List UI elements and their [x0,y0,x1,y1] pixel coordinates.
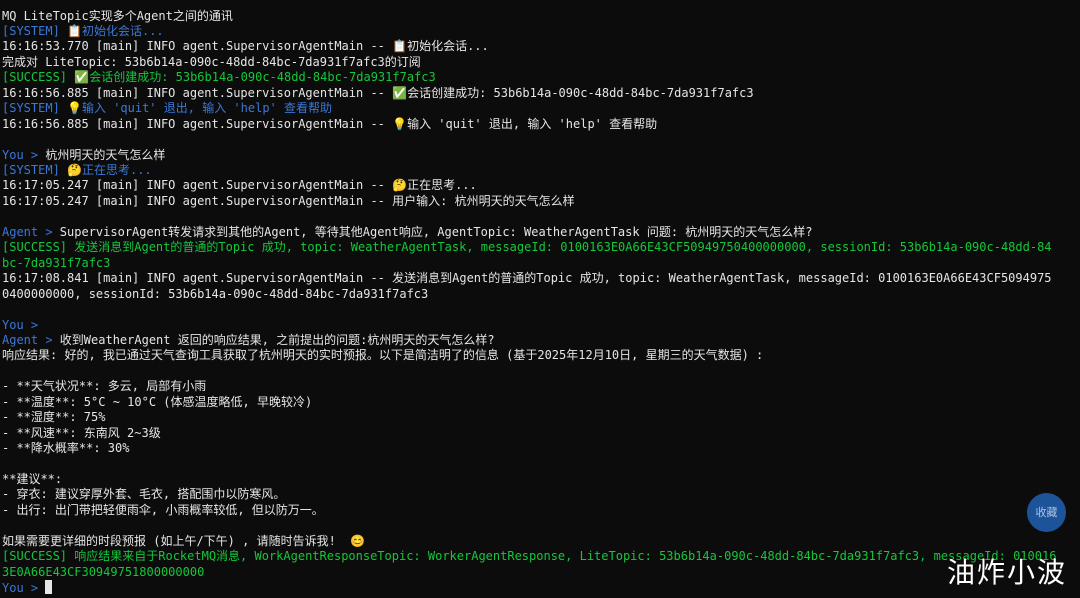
terminal-line: 3E0A66E43CF30949751800000000 [2,565,204,580]
line-text: 16:17:05.247 [main] INFO agent.Superviso… [2,178,477,193]
terminal-line: 16:17:05.247 [main] INFO agent.Superviso… [2,178,477,193]
line-text: - **天气状况**: 多云, 局部有小雨 [2,379,207,394]
text-cursor[interactable] [45,580,53,595]
prompt-text: SupervisorAgent转发请求到其他的Agent, 等待其他Agent响… [59,224,813,239]
terminal-line: - **温度**: 5°C ~ 10°C (体感温度略低, 早晚较冷) [2,395,312,410]
line-text: - 穿衣: 建议穿厚外套、毛衣, 搭配围巾以防寒风。 [2,487,286,502]
terminal-line: MQ LiteTopic实现多个Agent之间的通讯 [2,9,233,24]
terminal-line: bc-7da931f7afc3 [2,256,110,271]
terminal-line: 完成对 LiteTopic: 53b6b14a-090c-48dd-84bc-7… [2,55,421,70]
prompt-label: You > [2,147,46,162]
line-text: 16:16:56.885 [main] INFO agent.Superviso… [2,85,754,100]
line-text: - **降水概率**: 30% [2,441,130,456]
terminal-line: - 出行: 出门带把轻便雨伞, 小雨概率较低, 但以防万一。 [2,503,324,518]
terminal-line: [SYSTEM] 🤔正在思考... [2,163,152,178]
terminal-line: - **湿度**: 75% [2,410,105,425]
prompt-label: Agent > [2,332,60,347]
terminal-line: 响应结果: 好的, 我已通过天气查询工具获取了杭州明天的实时预报。以下是简洁明了… [2,348,763,363]
terminal-line: Agent > 收到WeatherAgent 返回的响应结果, 之前提出的问题:… [2,333,495,348]
line-text: 3E0A66E43CF30949751800000000 [2,564,205,579]
line-text: bc-7da931f7afc3 [2,255,111,270]
terminal-line: - **降水概率**: 30% [2,441,129,456]
line-text: [SUCCESS] 响应结果来自于RocketMQ消息, WorkAgentRe… [2,549,1057,564]
line-text: 如果需要更详细的时段预报 (如上午/下午) , 请随时告诉我! 😊 [2,533,366,548]
author-watermark: 油炸小波 [947,556,1068,589]
terminal-line: [SUCCESS] ✅会话创建成功: 53b6b14a-090c-48dd-84… [2,70,436,85]
line-text: [SYSTEM] 💡输入 'quit' 退出, 输入 'help' 查看帮助 [2,101,333,116]
terminal-line: [SYSTEM] 💡输入 'quit' 退出, 输入 'help' 查看帮助 [2,101,332,116]
terminal-line: - **风速**: 东南风 2~3级 [2,426,161,441]
terminal-line: You > [2,318,45,333]
line-text: [SUCCESS] ✅会话创建成功: 53b6b14a-090c-48dd-84… [2,70,436,85]
terminal-line: 如果需要更详细的时段预报 (如上午/下午) , 请随时告诉我! 😊 [2,534,365,549]
line-text: 完成对 LiteTopic: 53b6b14a-090c-48dd-84bc-7… [2,54,421,69]
line-text: - **温度**: 5°C ~ 10°C (体感温度略低, 早晚较冷) [2,394,313,409]
terminal-line: 16:16:56.885 [main] INFO agent.Superviso… [2,117,657,132]
prompt-label: Agent > [2,224,60,239]
line-text: [SUCCESS] 发送消息到Agent的普通的Topic 成功, topic:… [2,240,1052,255]
line-text: 16:16:53.770 [main] INFO agent.Superviso… [2,39,489,54]
prompt-label: You > [2,317,46,332]
line-text: 0400000000, sessionId: 53b6b14a-090c-48d… [2,286,429,301]
line-text: **建议**: [2,472,63,486]
line-text: - **风速**: 东南风 2~3级 [2,425,161,440]
terminal-line: 16:16:53.770 [main] INFO agent.Superviso… [2,39,489,54]
line-text: - **湿度**: 75% [2,410,106,425]
terminal-window[interactable]: MQ LiteTopic实现多个Agent之间的通讯 [SYSTEM] 📋初始化会… [0,0,1080,598]
prompt-label: You > [2,581,46,596]
line-text: 16:16:56.885 [main] INFO agent.Superviso… [2,116,658,131]
terminal-line: 0400000000, sessionId: 53b6b14a-090c-48d… [2,287,428,302]
line-text: 16:17:08.841 [main] INFO agent.Superviso… [2,271,1052,286]
line-text: [SYSTEM] 🤔正在思考... [2,163,152,177]
line-text: MQ LiteTopic实现多个Agent之间的通讯 [2,8,233,23]
command-input-line[interactable]: You > [2,580,53,596]
line-text: 响应结果: 好的, 我已通过天气查询工具获取了杭州明天的实时预报。以下是简洁明了… [2,348,764,363]
terminal-line: **建议**: [2,472,62,487]
prompt-text: 收到WeatherAgent 返回的响应结果, 之前提出的问题:杭州明天的天气怎… [59,332,495,347]
line-text: [SYSTEM] 📋初始化会话... [2,23,164,38]
line-text: 16:17:05.247 [main] INFO agent.Superviso… [2,193,575,208]
terminal-line: - 穿衣: 建议穿厚外套、毛衣, 搭配围巾以防寒风。 [2,487,285,502]
terminal-line: You > 杭州明天的天气怎么样 [2,148,165,163]
terminal-line: 16:17:05.247 [main] INFO agent.Superviso… [2,194,575,209]
terminal-line: Agent > SupervisorAgent转发请求到其他的Agent, 等待… [2,225,813,240]
line-text: - 出行: 出门带把轻便雨伞, 小雨概率较低, 但以防万一。 [2,502,324,517]
terminal-line: [SYSTEM] 📋初始化会话... [2,24,164,39]
terminal-line: 16:17:08.841 [main] INFO agent.Superviso… [2,271,1052,286]
terminal-line: [SUCCESS] 响应结果来自于RocketMQ消息, WorkAgentRe… [2,549,1056,564]
terminal-line: 16:16:56.885 [main] INFO agent.Superviso… [2,86,754,101]
terminal-line: [SUCCESS] 发送消息到Agent的普通的Topic 成功, topic:… [2,240,1052,255]
prompt-text: 杭州明天的天气怎么样 [45,147,166,162]
terminal-line: - **天气状况**: 多云, 局部有小雨 [2,379,206,394]
floating-collect-button[interactable]: 收藏 [1027,493,1066,532]
